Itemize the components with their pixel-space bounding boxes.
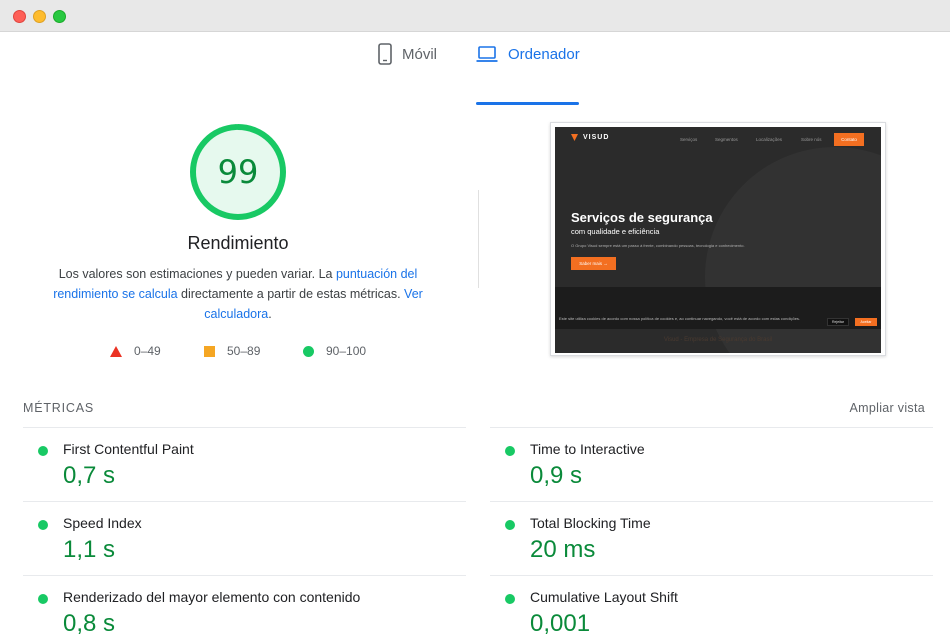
metric-value: 1,1 s: [63, 536, 116, 563]
active-tab-indicator: [476, 102, 579, 105]
screenshot-cookie-text: Este site utiliza cookies de acordo com …: [559, 316, 801, 321]
tab-mobile-label: Móvil: [402, 45, 438, 63]
metric-value: 20 ms: [530, 536, 596, 563]
performance-score-value: 99: [217, 153, 259, 191]
vertical-divider: [478, 190, 479, 288]
pass-circle-icon: [505, 520, 515, 530]
screenshot-cookie-accept-button: Aceitar: [855, 318, 877, 326]
screenshot-cookie-reject-button: Rejeitar: [827, 318, 849, 326]
metric-name: Renderizado del mayor elemento con conte…: [63, 589, 361, 605]
metric-value: 0,8 s: [63, 610, 116, 637]
screenshot-logo-text: VISUD: [583, 134, 610, 141]
legend-pass: 90–100: [303, 344, 366, 358]
pass-circle-icon: [505, 594, 515, 604]
pass-circle-icon: [38, 520, 48, 530]
phone-icon: [378, 43, 392, 65]
metric-value: 0,7 s: [63, 462, 116, 489]
metric-largest-contentful-paint[interactable]: Renderizado del mayor elemento con conte…: [23, 576, 463, 638]
screenshot-content: VISUD Serviços Segmentos Localizações So…: [555, 127, 881, 353]
metric-value: 0,001: [530, 610, 591, 637]
screenshot-subheadline: com qualidade e eficiência: [571, 227, 660, 236]
legend-pass-range: 90–100: [326, 344, 367, 358]
laptop-icon: [476, 45, 498, 63]
page-screenshot-thumbnail: VISUD Serviços Segmentos Localizações So…: [550, 122, 886, 356]
screenshot-menu-item: Segmentos: [715, 137, 738, 142]
metric-name: Total Blocking Time: [530, 515, 651, 531]
pass-circle-icon: [505, 446, 515, 456]
description-text-2: directamente a partir de estas métricas.: [177, 287, 405, 301]
performance-description: Los valores son estimaciones y pueden va…: [50, 264, 426, 324]
score-legend: 0–49 50–89 90–100: [0, 344, 480, 362]
description-text-1: Los valores son estimaciones y pueden va…: [58, 267, 336, 281]
screenshot-headline: Serviços de segurança: [571, 210, 713, 225]
screenshot-menu-item: Sobre nós: [801, 137, 822, 142]
pass-circle-icon: [38, 594, 48, 604]
metric-first-contentful-paint[interactable]: First Contentful Paint 0,7 s: [23, 428, 463, 502]
visud-logo-icon: [571, 134, 578, 141]
window-titlebar: [0, 0, 950, 32]
screenshot-logo: VISUD: [571, 134, 609, 141]
screenshot-contact-button: Contato: [834, 133, 864, 146]
tab-desktop-label: Ordenador: [508, 45, 580, 63]
metric-name: Cumulative Layout Shift: [530, 589, 678, 605]
metric-name: Speed Index: [63, 515, 142, 531]
metrics-header: MÉTRICAS: [23, 401, 94, 415]
legend-fail: 0–49: [110, 344, 161, 358]
metric-name: Time to Interactive: [530, 441, 645, 457]
average-square-icon: [204, 345, 215, 357]
metric-total-blocking-time[interactable]: Total Blocking Time 20 ms: [490, 502, 930, 576]
tab-mobile[interactable]: Móvil: [378, 32, 437, 76]
tab-desktop[interactable]: Ordenador: [476, 32, 580, 76]
screenshot-menu-item: Localizações: [756, 137, 783, 142]
expand-view-toggle[interactable]: Ampliar vista: [850, 401, 925, 415]
screenshot-navbar: VISUD Serviços Segmentos Localizações So…: [555, 127, 881, 153]
device-tabs: Móvil Ordenador: [0, 32, 950, 105]
close-window-button[interactable]: [13, 10, 26, 23]
metric-time-to-interactive[interactable]: Time to Interactive 0,9 s: [490, 428, 930, 502]
performance-title: Rendimiento: [187, 233, 289, 253]
maximize-window-button[interactable]: [53, 10, 66, 23]
screenshot-footer-text: Visud - Empresa de Segurança do Brasil: [663, 337, 773, 343]
screenshot-menu-item: Serviços: [680, 137, 698, 142]
minimize-window-button[interactable]: [33, 10, 46, 23]
screenshot-paragraph: O Grupo Visud sempre está um passo à fre…: [571, 243, 745, 248]
metric-name: First Contentful Paint: [63, 441, 194, 457]
metric-cumulative-layout-shift[interactable]: Cumulative Layout Shift 0,001: [490, 576, 930, 638]
legend-average: 50–89: [204, 344, 260, 358]
metric-speed-index[interactable]: Speed Index 1,1 s: [23, 502, 463, 576]
screenshot-learn-more-button: Saber mais →: [571, 257, 616, 270]
pass-circle-icon: [303, 345, 314, 357]
legend-fail-range: 0–49: [134, 344, 161, 358]
pass-circle-icon: [38, 446, 48, 456]
metric-value: 0,9 s: [530, 462, 583, 489]
fail-triangle-icon: [110, 345, 122, 357]
description-text-3: .: [268, 307, 272, 321]
legend-average-range: 50–89: [227, 344, 261, 358]
